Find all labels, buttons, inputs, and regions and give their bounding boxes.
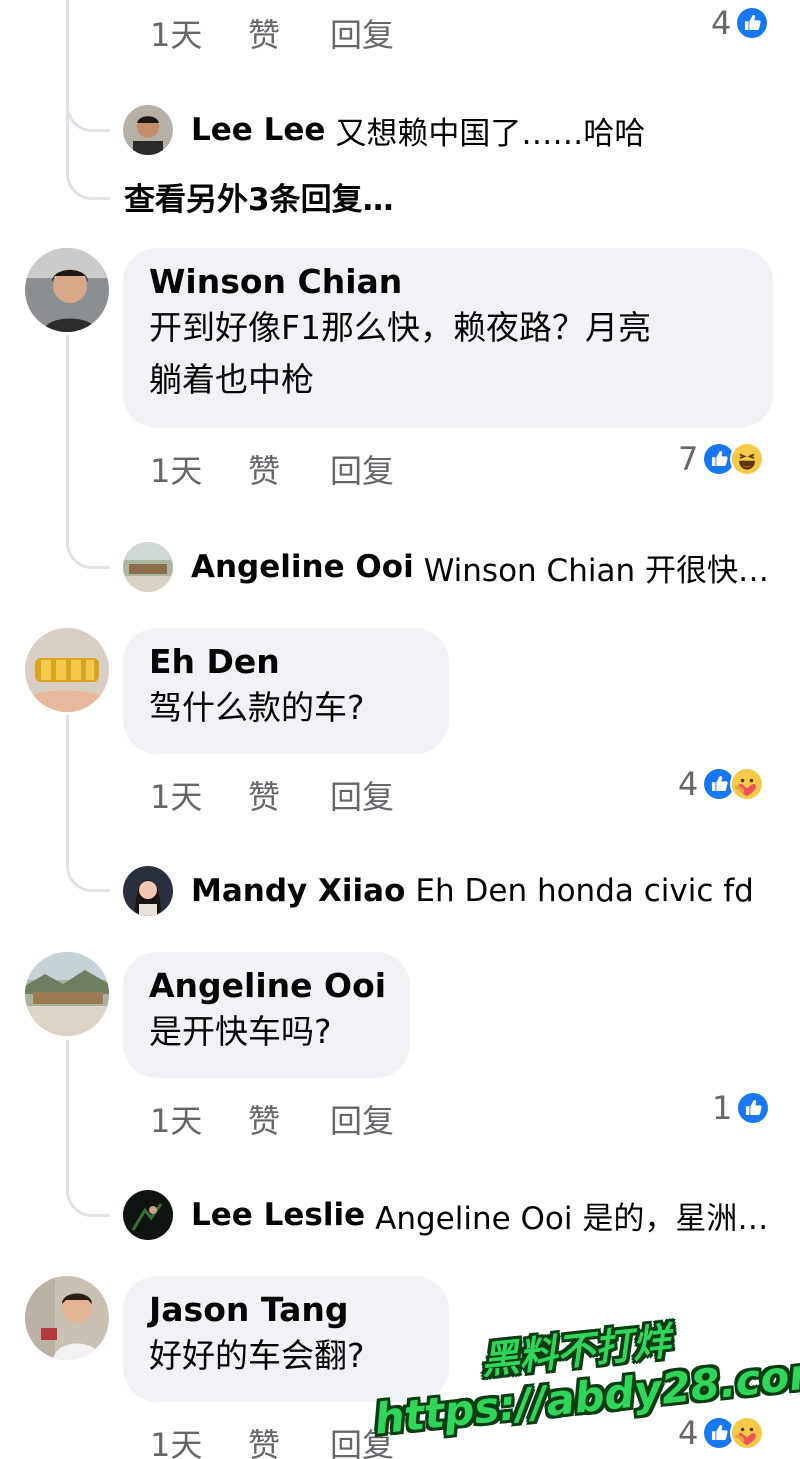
reaction-count: 4 (678, 1414, 699, 1452)
comment-text: 驾什么款的车? (149, 688, 365, 727)
comment-author[interactable]: Angeline Ooi (149, 966, 386, 1006)
comment-time: 1天 (150, 16, 203, 54)
comment-author[interactable]: Winson Chian (149, 262, 747, 302)
like-button[interactable]: 赞 (248, 772, 330, 818)
reply-preview[interactable]: Lee Lee 又想赖中国了……哈哈￼ (123, 105, 645, 155)
reply-author[interactable]: Lee Leslie (191, 1197, 365, 1233)
comment-time: 1天 (150, 1102, 203, 1140)
comment-bubble: Winson Chian 开到好像F1那么快，赖夜路？月亮 躺着也中枪 (123, 248, 773, 428)
reply-button[interactable]: 回复 (330, 772, 394, 818)
reply-text: Eh Den honda civic fd (415, 873, 754, 909)
avatar[interactable] (25, 1276, 109, 1360)
thread-elbow (66, 715, 110, 892)
comment-bubble: Angeline Ooi 是开快车吗? (123, 952, 410, 1078)
reply-preview[interactable]: Lee Leslie Angeline Ooi 是的，星洲… (123, 1190, 768, 1240)
avatar (123, 866, 173, 916)
like-icon (735, 6, 770, 40)
reply-author[interactable]: Mandy Xiiao (191, 873, 405, 909)
avatar (123, 105, 173, 155)
reply-button[interactable]: 回复 (330, 1096, 394, 1142)
avatar[interactable] (25, 248, 109, 332)
avatar[interactable] (25, 952, 109, 1036)
care-icon (730, 767, 765, 801)
comment-actions: 1天 赞 回复 (150, 1096, 394, 1142)
haha-icon (730, 442, 765, 476)
comment-text: 是开快车吗? (149, 1012, 332, 1051)
comment-text: 开到好像F1那么快，赖夜路？月亮 (149, 308, 651, 347)
comment-actions: 1天 赞 回复 (150, 446, 394, 492)
comment-actions: 1天 赞 回复 (150, 1420, 394, 1459)
comment-bubble: Jason Tang 好好的车会翻? (123, 1276, 449, 1402)
reply-author[interactable]: Angeline Ooi (191, 549, 414, 585)
reaction-summary[interactable]: 1 (712, 1089, 771, 1127)
comment-actions: 1天 赞 回复 (150, 10, 394, 56)
like-button[interactable]: 赞 (248, 10, 330, 56)
like-button[interactable]: 赞 (248, 1420, 330, 1459)
avatar (123, 542, 173, 592)
comment-author[interactable]: Jason Tang (149, 1290, 423, 1330)
reply-text: 又想赖中国了……哈哈￼ (335, 115, 646, 152)
reply-text: Angeline Ooi 是的，星洲… (375, 1200, 769, 1237)
care-icon (730, 1416, 765, 1450)
reaction-count: 4 (678, 765, 699, 803)
reaction-count: 4 (711, 4, 732, 42)
comment-time: 1天 (150, 1426, 203, 1459)
reaction-summary[interactable]: 4 (678, 765, 765, 803)
view-more-replies-link[interactable]: 查看另外3条回复… (124, 174, 394, 219)
reaction-summary[interactable]: 4 (678, 1414, 765, 1452)
reply-button[interactable]: 回复 (330, 10, 394, 56)
comment-text: 好好的车会翻? (149, 1336, 365, 1375)
like-button[interactable]: 赞 (248, 446, 330, 492)
comment-time: 1天 (150, 778, 203, 816)
avatar[interactable] (25, 628, 109, 712)
thread-elbow (66, 1040, 110, 1217)
avatar (123, 1190, 173, 1240)
reply-preview[interactable]: Angeline Ooi Winson Chian 开很快… (123, 542, 769, 592)
reaction-summary[interactable]: 7 (678, 440, 765, 478)
comment-author[interactable]: Eh Den (149, 642, 423, 682)
reply-preview[interactable]: Mandy Xiiao Eh Den honda civic fd (123, 866, 754, 916)
reaction-count: 1 (712, 1089, 733, 1127)
comment-time: 1天 (150, 452, 203, 490)
like-button[interactable]: 赞 (248, 1096, 330, 1142)
comment-bubble: Eh Den 驾什么款的车? (123, 628, 449, 754)
comment-actions: 1天 赞 回复 (150, 772, 394, 818)
like-icon (736, 1091, 771, 1125)
thread-elbow (66, 335, 110, 569)
reaction-count: 7 (678, 440, 699, 478)
comment-text: 躺着也中枪 (149, 360, 314, 399)
thread-elbow (66, 120, 110, 200)
reaction-summary[interactable]: 4 (711, 4, 770, 42)
reply-button[interactable]: 回复 (330, 446, 394, 492)
reply-text: Winson Chian 开很快… (423, 552, 769, 589)
reply-author[interactable]: Lee Lee (191, 112, 325, 148)
